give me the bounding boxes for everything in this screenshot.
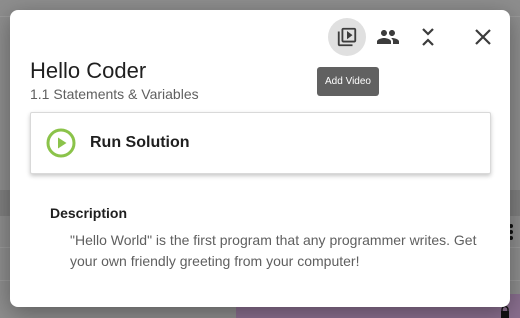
lesson-subtitle: 1.1 Statements & Variables (30, 86, 199, 102)
video-library-icon (337, 27, 357, 47)
lock-icon (501, 306, 509, 318)
collapse-button[interactable] (409, 18, 447, 56)
collapse-icon (422, 28, 434, 46)
lesson-dialog: Add Video Hello Coder 1.1 Statements & V… (10, 10, 510, 307)
description-text: "Hello World" is the first program that … (70, 232, 477, 269)
add-video-tooltip: Add Video (317, 67, 379, 96)
collaborators-button[interactable] (369, 18, 407, 56)
lesson-title: Hello Coder (30, 58, 147, 83)
close-icon (475, 29, 491, 45)
play-circle-icon (46, 128, 76, 158)
add-video-button[interactable] (328, 18, 366, 56)
close-button[interactable] (464, 18, 502, 56)
run-solution-label: Run Solution (90, 134, 190, 151)
description-heading: Description (50, 205, 128, 221)
run-solution-button[interactable]: Run Solution (30, 112, 491, 174)
people-icon (377, 30, 399, 44)
